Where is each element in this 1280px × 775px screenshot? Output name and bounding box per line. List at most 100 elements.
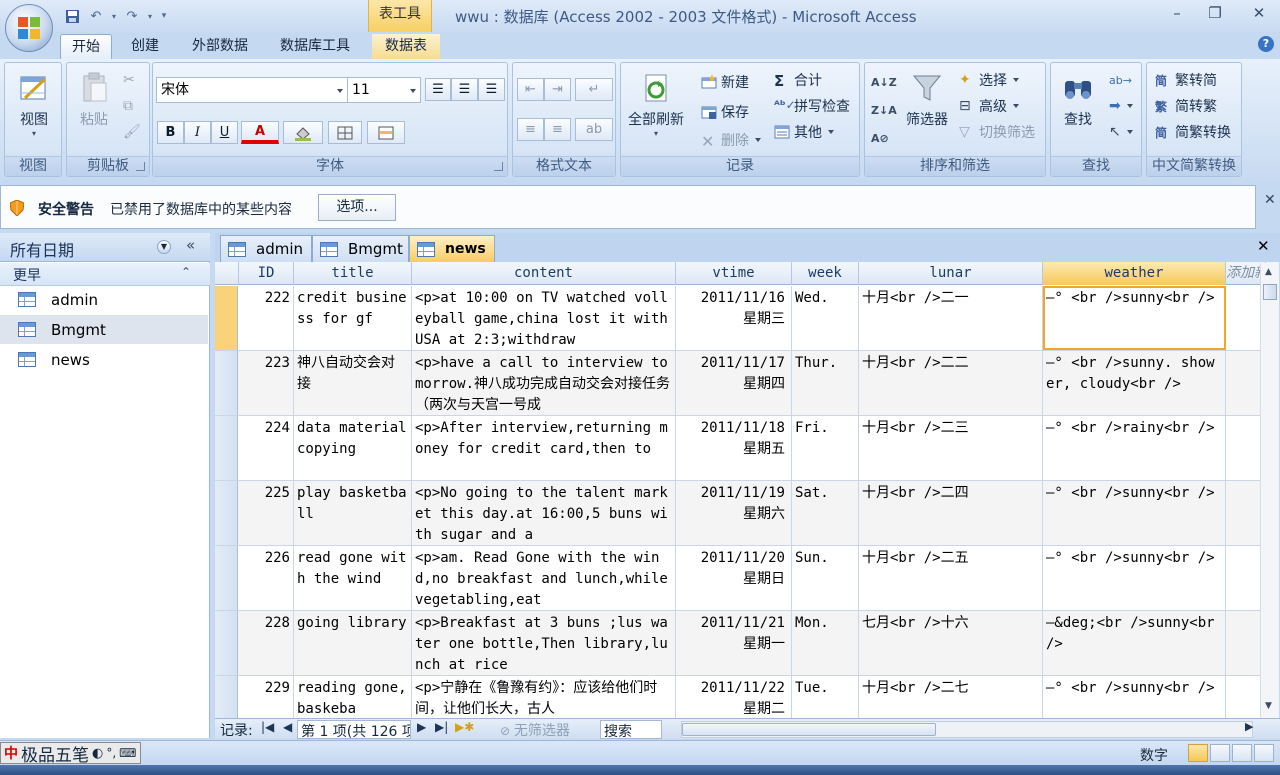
nav-group-header[interactable]: 更早 ⌃ bbox=[0, 263, 210, 286]
undo-dropdown-icon[interactable]: ▾ bbox=[110, 6, 118, 26]
simplified-to-traditional-button[interactable]: 繁简转繁 bbox=[1155, 95, 1217, 117]
cell-content[interactable]: <p>at 10:00 on TV watched volleyball gam… bbox=[412, 286, 676, 350]
nav-item-news[interactable]: news bbox=[0, 345, 208, 374]
cell-week[interactable]: Sat. bbox=[792, 481, 859, 545]
row-selector[interactable] bbox=[215, 611, 238, 675]
minimize-button[interactable]: – bbox=[1163, 4, 1191, 24]
row-selector[interactable] bbox=[215, 481, 238, 545]
select-icon[interactable]: ↖ bbox=[1109, 121, 1133, 143]
cell-vtime[interactable]: 2011/11/21 星期一 bbox=[676, 611, 792, 675]
cell-title[interactable]: 神八自动交会对接 bbox=[294, 351, 412, 415]
view-button[interactable]: 视图 ▾ bbox=[9, 71, 59, 138]
align-right-icon[interactable]: ☰ bbox=[478, 78, 505, 101]
filter-button[interactable]: 筛选器 bbox=[899, 71, 955, 129]
totals-button[interactable]: Σ 合计 bbox=[774, 69, 822, 91]
cell-week[interactable]: Mon. bbox=[792, 611, 859, 675]
delete-record-button[interactable]: ✕ 删除 bbox=[701, 129, 761, 151]
copy-icon[interactable]: ⧉ bbox=[123, 95, 133, 117]
column-header-title[interactable]: title bbox=[294, 262, 412, 285]
cell-title[interactable]: reading gone,baskeba bbox=[294, 676, 412, 718]
horizontal-scrollbar[interactable] bbox=[681, 721, 1253, 738]
highlight-icon[interactable]: ab bbox=[575, 118, 613, 141]
cell-weather[interactable]: –&deg;<br />sunny<br /> bbox=[1043, 611, 1226, 675]
paragraph-direction-icon[interactable]: ↵ bbox=[575, 78, 613, 101]
cell-lunar[interactable]: 十月<br />二七 bbox=[859, 676, 1043, 718]
underline-button[interactable]: U bbox=[211, 121, 238, 144]
doc-tab-news[interactable]: news bbox=[409, 235, 495, 262]
column-header-week[interactable]: week bbox=[792, 262, 859, 285]
sort-ascending-icon[interactable]: A↓Z bbox=[871, 71, 897, 93]
ime-toolbar[interactable]: 中 极品五笔 ◐ °, ⌨ bbox=[0, 742, 141, 766]
numbering-icon[interactable]: ≡ bbox=[517, 118, 544, 141]
decrease-indent-icon[interactable]: ⇤ bbox=[517, 78, 544, 101]
gridlines-icon[interactable] bbox=[328, 121, 362, 144]
row-selector[interactable] bbox=[215, 286, 238, 350]
redo-dropdown-icon[interactable]: ▾ bbox=[146, 6, 154, 26]
last-record-icon[interactable]: ▶| bbox=[435, 720, 448, 734]
table-row[interactable]: 226 read gone with the wind <p>am. Read Go… bbox=[215, 546, 1266, 611]
nav-item-admin[interactable]: admin bbox=[0, 285, 208, 314]
toggle-filter-button[interactable]: ▽ 切换筛选 bbox=[959, 121, 1035, 143]
cell-title[interactable]: data material copying bbox=[294, 416, 412, 480]
font-color-button[interactable]: A bbox=[241, 121, 279, 144]
tab-datasheet[interactable]: 数据表 bbox=[372, 34, 440, 59]
cell-lunar[interactable]: 十月<br />二一 bbox=[859, 286, 1043, 350]
italic-button[interactable]: I bbox=[184, 121, 211, 144]
ime-moon-icon[interactable]: ◐ bbox=[92, 746, 103, 761]
cell-lunar[interactable]: 十月<br />二四 bbox=[859, 481, 1043, 545]
security-close-button[interactable]: ✕ bbox=[1264, 192, 1276, 208]
cell-vtime[interactable]: 2011/11/22 星期二 bbox=[676, 676, 792, 718]
undo-icon[interactable]: ↶ bbox=[86, 6, 106, 26]
cell-week[interactable]: Sun. bbox=[792, 546, 859, 610]
cell-weather[interactable]: –° <br />rainy<br /> bbox=[1043, 416, 1226, 480]
goto-icon[interactable]: ➡ bbox=[1109, 95, 1133, 117]
column-header-lunar[interactable]: lunar bbox=[859, 262, 1043, 285]
replace-icon[interactable]: ab→ bbox=[1109, 69, 1132, 91]
datasheet-view-icon[interactable] bbox=[1188, 744, 1208, 762]
row-selector[interactable] bbox=[215, 351, 238, 415]
new-record-nav-icon[interactable]: ▶✱ bbox=[455, 720, 474, 734]
column-header-content[interactable]: content bbox=[412, 262, 676, 285]
nav-item-bmgmt[interactable]: Bmgmt bbox=[0, 315, 208, 344]
cell-vtime[interactable]: 2011/11/19 星期六 bbox=[676, 481, 792, 545]
traditional-to-simplified-button[interactable]: 简繁转简 bbox=[1155, 69, 1217, 91]
bold-button[interactable]: B bbox=[157, 121, 184, 144]
sort-descending-icon[interactable]: Z↓A bbox=[871, 99, 897, 121]
nav-pane-header[interactable]: 所有日期 ▼ « bbox=[0, 233, 210, 262]
cell-weather[interactable]: –° <br />sunny<br /> bbox=[1043, 481, 1226, 545]
cell-content[interactable]: <p>No going to the talent market this da… bbox=[412, 481, 676, 545]
pivot-table-view-icon[interactable] bbox=[1210, 744, 1230, 762]
record-position-field[interactable]: 第 1 项(共 126 项) bbox=[297, 720, 411, 739]
office-button[interactable] bbox=[5, 4, 53, 52]
cell-title[interactable]: play basketball bbox=[294, 481, 412, 545]
clear-sort-icon[interactable]: A⊘ bbox=[871, 127, 889, 149]
select-all-corner[interactable] bbox=[215, 262, 239, 285]
cut-icon[interactable]: ✂ bbox=[123, 69, 135, 91]
chinese-convert-button[interactable]: 简简繁转换 bbox=[1155, 121, 1231, 143]
align-left-icon[interactable]: ☰ bbox=[425, 78, 451, 101]
cell-week[interactable]: Wed. bbox=[792, 286, 859, 350]
paste-button[interactable]: 粘贴 bbox=[71, 71, 117, 129]
cell-weather[interactable]: –° <br />sunny<br /> bbox=[1043, 546, 1226, 610]
cell-id[interactable]: 228 bbox=[239, 611, 294, 675]
cell-id[interactable]: 224 bbox=[239, 416, 294, 480]
cell-vtime[interactable]: 2011/11/17 星期四 bbox=[676, 351, 792, 415]
cell-id[interactable]: 229 bbox=[239, 676, 294, 718]
cell-id[interactable]: 226 bbox=[239, 546, 294, 610]
cell-content[interactable]: <p>am. Read Gone with the wind,no breakf… bbox=[412, 546, 676, 610]
tab-home[interactable]: 开始 bbox=[60, 34, 112, 59]
design-view-icon[interactable] bbox=[1254, 744, 1274, 762]
bullets-icon[interactable]: ≡ bbox=[544, 118, 571, 141]
new-record-button[interactable]: 新建 bbox=[701, 71, 749, 93]
alternate-fill-icon[interactable] bbox=[367, 121, 405, 144]
doc-tab-admin[interactable]: admin bbox=[220, 235, 312, 262]
cell-lunar[interactable]: 十月<br />二三 bbox=[859, 416, 1043, 480]
find-button[interactable]: 查找 bbox=[1055, 71, 1101, 129]
tab-database-tools[interactable]: 数据库工具 bbox=[268, 34, 362, 59]
cell-vtime[interactable]: 2011/11/16 星期三 bbox=[676, 286, 792, 350]
fill-color-icon[interactable] bbox=[283, 121, 323, 144]
security-options-button[interactable]: 选项... bbox=[318, 194, 396, 221]
table-row[interactable]: 225 play basketball <p>No going to the tal… bbox=[215, 481, 1266, 546]
column-header-weather[interactable]: weather bbox=[1043, 262, 1226, 285]
row-selector[interactable] bbox=[215, 416, 238, 480]
